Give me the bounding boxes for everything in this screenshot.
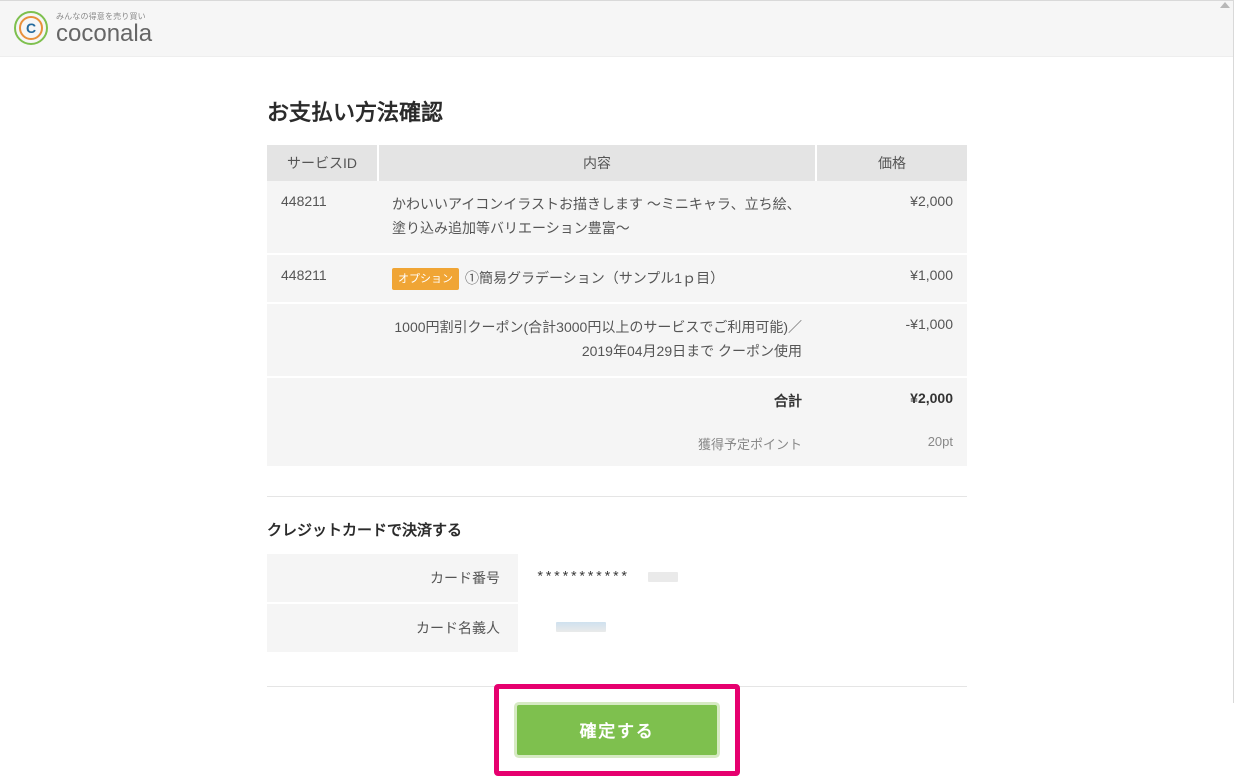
section-divider: [267, 496, 967, 497]
card-name-value: [518, 603, 967, 653]
order-row-desc-text: ①簡易グラデーション（サンプル1ｐ目）: [465, 270, 724, 286]
order-row-id: 448211: [267, 181, 378, 254]
order-header-price: 価格: [816, 145, 967, 181]
order-table: サービスID 内容 価格 448211 かわいいアイコンイラストお描きします ～…: [267, 145, 967, 468]
order-points-value: 20pt: [816, 426, 967, 467]
frame-top: [0, 0, 1234, 1]
header-bar: C みんなの得意を売り買い coconala: [0, 0, 1234, 57]
order-header-content: 内容: [378, 145, 816, 181]
main-column: お支払い方法確認 サービスID 内容 価格 448211 かわいいアイコンイラス…: [267, 57, 967, 776]
card-section-title: クレジットカードで決済する: [267, 519, 967, 540]
order-row-id: 448211: [267, 254, 378, 304]
order-row-desc: オプション ①簡易グラデーション（サンプル1ｐ目）: [378, 254, 816, 304]
order-points-label: 獲得予定ポイント: [378, 426, 816, 467]
order-total-row: 合計 ¥2,000: [267, 377, 967, 426]
card-number-value: ***********: [518, 554, 967, 603]
scroll-up-icon[interactable]: [1220, 2, 1230, 12]
order-coupon-row: 1000円割引クーポン(合計3000円以上のサービスでご利用可能)／2019年0…: [267, 303, 967, 377]
brand-logo-mark: C: [14, 11, 48, 45]
option-badge: オプション: [392, 268, 459, 291]
masked-segment: [556, 622, 606, 632]
card-name-label: カード名義人: [267, 603, 518, 653]
order-coupon-price: -¥1,000: [816, 303, 967, 377]
brand-logo[interactable]: C みんなの得意を売り買い coconala: [14, 11, 152, 46]
page-title: お支払い方法確認: [267, 95, 967, 127]
order-header-id: サービスID: [267, 145, 378, 181]
confirm-button[interactable]: 確定する: [517, 705, 717, 755]
order-row-price: ¥2,000: [816, 181, 967, 254]
order-total-label: 合計: [378, 377, 816, 426]
order-total-price: ¥2,000: [816, 377, 967, 426]
brand-name: coconala: [56, 22, 152, 46]
order-row-desc: かわいいアイコンイラストお描きします ～ミニキャラ、立ち絵、塗り込み追加等バリエ…: [378, 181, 816, 254]
order-row: 448211 かわいいアイコンイラストお描きします ～ミニキャラ、立ち絵、塗り込…: [267, 181, 967, 254]
card-number-label: カード番号: [267, 554, 518, 603]
masked-segment: [648, 572, 678, 582]
card-form: カード番号 *********** カード名義人: [267, 554, 967, 654]
order-coupon-desc: 1000円割引クーポン(合計3000円以上のサービスでご利用可能)／2019年0…: [378, 303, 816, 377]
confirm-highlight: 確定する: [494, 684, 740, 776]
order-row: 448211 オプション ①簡易グラデーション（サンプル1ｐ目） ¥1,000: [267, 254, 967, 304]
order-points-row: 獲得予定ポイント 20pt: [267, 426, 967, 467]
order-row-price: ¥1,000: [816, 254, 967, 304]
